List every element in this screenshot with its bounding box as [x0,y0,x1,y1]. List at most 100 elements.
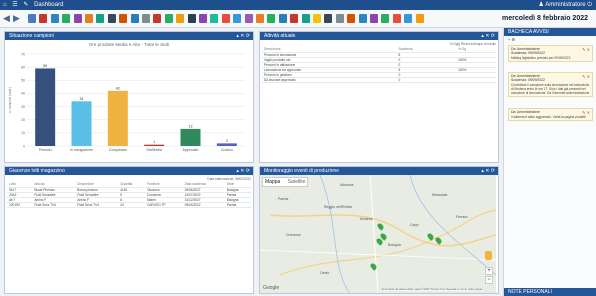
table-cell: Parma [224,202,251,208]
category-label: Completato [109,148,127,152]
panel-controls[interactable]: ▴ ✕ ⟳ [236,32,250,40]
zoom-out-button[interactable]: − [485,276,493,284]
y-tick-label: 50 [21,79,25,83]
panel-controls[interactable]: ▴ ✕ ⟳ [481,167,495,175]
table-cell: 0 [396,77,457,83]
home-icon[interactable]: ⌂ [3,2,7,8]
toolbar-icon[interactable] [153,14,162,23]
map-place-label: Modena [360,217,373,221]
toolbar-icon[interactable] [370,14,378,23]
back-icon[interactable]: ◀ [3,13,10,24]
toolbar-icon[interactable] [256,14,264,23]
data-label: 42 [116,86,120,90]
forward-icon[interactable]: ▶ [13,13,20,24]
panel-controls[interactable]: ▴ ✕ ⟳ [236,167,250,175]
bar [107,90,128,146]
toolbar-icon[interactable] [404,14,413,23]
toolbar-icon[interactable] [107,14,116,23]
table-row[interactable]: 2201R2 Fluid Senz TV4 Fluid Senz TV4 24 CARU… [7,202,251,208]
panel-title: Monitoraggio eventi di produzione [264,168,340,174]
map-place-label: Mirandola [432,193,448,197]
toolbar-icon[interactable] [335,14,344,23]
bar [216,143,237,146]
toolbar-icon[interactable] [210,14,219,23]
y-tick-label: 20 [21,118,25,122]
panel-header: Monitoraggio eventi di produzione ▴ ✕ ⟳ [260,167,498,175]
notice-body: Il sistema è stato aggiornato. Visita la… [511,115,586,119]
toolbar-icon[interactable] [244,14,253,23]
notice-actions-icon[interactable]: ✎ ✕ [582,74,590,79]
toolbar-icon[interactable] [85,14,93,23]
zoom-in-button[interactable]: + [485,267,493,275]
data-label: 59 [43,64,47,68]
bar-chart: 0 10 20 30 40 50 60 70 n. campioni (mod.) 59 Perco… [8,52,245,152]
notice-board-header: BACHECA AVVISI [504,28,596,36]
map-tab[interactable]: Mappa [265,179,280,185]
notice-actions-icon[interactable]: ✎ ✕ [582,47,590,52]
toolbar-icon[interactable] [176,14,185,23]
panel-title: Giacenze lotti magazzino [9,168,65,174]
map-canvas[interactable]: Mappa Satellite Parma Reggio nell'Emilia M… [260,175,496,293]
table-cell: 2201R2 [7,202,33,208]
toolbar-icon[interactable] [267,14,276,23]
toolbar-icon[interactable] [28,14,36,23]
notice-body: Mailing legislativo previsto per 09/09/2… [511,56,571,60]
y-tick-label: 0 [23,144,25,148]
toolbar-icon[interactable] [96,14,105,23]
toolbar-icon[interactable] [164,14,173,23]
notice-actions-icon[interactable]: ✎ ✕ [582,110,590,115]
notice-card[interactable]: Da: Amministratore ✎ ✕ Il sistema è stato … [508,108,593,121]
panel-title: Attività attuale [264,33,296,39]
y-axis-label: n. campioni (mod.) [8,87,12,113]
table-cell [456,77,496,83]
panel-header: Situazione campioni ▴ ✕ ⟳ [5,32,253,40]
notice-toolbar[interactable]: + ⚙ [504,36,596,43]
notice-board: BACHECA AVVISI + ⚙ Da: Amministratore Sc… [503,28,596,296]
toolbar-icon[interactable] [62,14,71,23]
toolbar-icon[interactable] [119,14,128,23]
data-label: 2 [226,139,228,143]
y-tick-label: 60 [21,65,25,69]
table-cell: Fluid Senz TV4 [32,202,76,208]
toolbar-icon[interactable] [290,14,299,23]
toolbar-icon[interactable] [233,14,242,23]
toolbar-icon[interactable] [381,14,390,23]
category-label: Sel/Media [146,148,162,152]
toolbar-icon[interactable] [358,14,367,23]
notice-card[interactable]: Da: Amministratore Scadenza: 09/09/2022 ✎… [508,72,593,97]
notice-board-title: BACHECA AVVISI [508,29,549,35]
personal-notes-header[interactable]: NOTE PERSONALI [504,288,596,296]
toolbar-icon[interactable] [313,14,321,23]
toolbar-icon[interactable] [187,14,196,23]
table-cell: CARUSO TP [144,202,183,208]
toolbar-icon[interactable] [278,14,287,23]
panel-header: Giacenze lotti magazzino ▴ ✕ ⟳ [5,167,253,175]
toolbar-icon[interactable] [221,14,230,23]
user-icon[interactable]: ♟ [539,2,544,8]
y-tick-label: 10 [21,131,25,135]
toolbar-icon[interactable] [73,14,82,23]
toolbar-icon[interactable] [415,14,424,23]
menu-icon[interactable]: ☰ [12,2,17,8]
street-view-icon[interactable] [485,251,492,260]
panel-controls[interactable]: ▴ ✕ ⟳ [481,32,495,40]
toolbar-icon[interactable] [39,14,48,23]
power-icon[interactable]: ⏻ [587,2,592,8]
toolbar-icon[interactable] [324,14,333,23]
toolbar-icon[interactable] [50,14,59,23]
tools-icon[interactable]: ✎ [23,2,28,8]
satellite-tab[interactable]: Satellite [288,179,306,185]
toolbar-icon[interactable] [199,14,207,23]
toolbar-icon[interactable] [142,14,150,23]
toolbar-icon[interactable] [301,14,310,23]
notice-card[interactable]: Da: Amministratore Scadenza: 09/09/2022 ✎… [508,45,593,62]
bar [71,101,92,146]
personal-notes-title: NOTE PERSONALI [508,289,552,295]
toolbar-icon[interactable] [130,14,139,23]
toolbar-icon[interactable] [347,14,356,23]
user-name[interactable]: Amministratore [545,2,585,8]
current-date: mercoledì 8 febbraio 2022 [502,15,588,22]
table-row[interactable]: Da lavorare approvato 0 [262,77,496,83]
bar [180,128,201,146]
toolbar-icon[interactable] [392,14,401,23]
